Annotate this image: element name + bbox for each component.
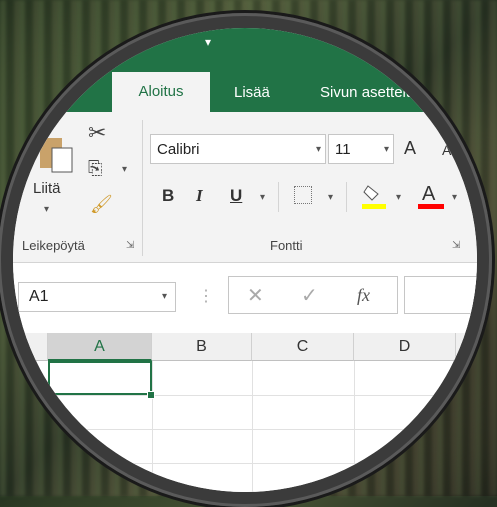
chevron-down-icon[interactable]: ▾	[162, 283, 167, 311]
font-size-select[interactable]: 11 ▾	[328, 134, 394, 164]
magnifier-lens: ▾ o Aloitus Lisää Sivun asettelu Liitä ▾…	[13, 28, 477, 492]
font-color-dropdown-icon[interactable]: ▾	[452, 192, 457, 203]
active-cell-a1[interactable]	[48, 361, 152, 395]
paste-button-label[interactable]: Liitä	[33, 180, 61, 197]
underline-dropdown-icon[interactable]: ▾	[260, 192, 265, 203]
column-header-c[interactable]: C	[252, 333, 354, 361]
bold-button[interactable]: B	[162, 186, 174, 206]
tab-page-layout[interactable]: Sivun asettelu	[320, 76, 414, 110]
font-group-label: Fontti	[270, 238, 303, 253]
fill-color-icon[interactable]	[362, 182, 386, 210]
italic-button[interactable]: I	[196, 186, 203, 206]
column-gridline	[354, 361, 355, 492]
font-color-icon[interactable]: A	[418, 180, 444, 210]
group-separator	[142, 120, 143, 256]
font-size-value: 11	[335, 141, 351, 158]
select-all-corner[interactable]	[13, 333, 48, 361]
cut-icon[interactable]: ✂	[88, 120, 106, 146]
row-gridline	[13, 429, 477, 430]
title-bar: ▾	[13, 28, 477, 75]
column-gridline	[456, 361, 457, 492]
ribbon: Liitä ▾ ✂ ⎘ ▾ 🖌 Leikepöytä ⇲ Calibri ▾ 1…	[13, 112, 477, 263]
tab-file-partial[interactable]: o	[70, 76, 78, 110]
fill-handle[interactable]	[147, 391, 155, 399]
copy-icon[interactable]: ⎘	[88, 158, 102, 179]
paste-icon[interactable]	[38, 134, 74, 174]
toolbar-separator	[346, 182, 347, 212]
name-box-value: A1	[29, 288, 49, 305]
clipboard-group-label: Leikepöytä	[22, 238, 85, 253]
column-header-d[interactable]: D	[354, 333, 456, 361]
font-name-select[interactable]: Calibri ▾	[150, 134, 326, 164]
column-header-a[interactable]: A	[48, 333, 152, 361]
svg-text:A: A	[422, 183, 436, 205]
tab-insert[interactable]: Lisää	[234, 76, 270, 110]
excel-window: ▾ o Aloitus Lisää Sivun asettelu Liitä ▾…	[13, 28, 477, 492]
chevron-down-icon: ▾	[315, 144, 321, 155]
formula-bar-grip-icon[interactable]: ⋮	[198, 286, 214, 306]
font-name-value: Calibri	[157, 141, 200, 158]
tab-home[interactable]: Aloitus	[112, 72, 210, 112]
paste-dropdown-icon[interactable]: ▾	[44, 204, 49, 215]
borders-dropdown-icon[interactable]: ▾	[328, 192, 333, 203]
decrease-font-size-button[interactable]: A	[442, 142, 451, 158]
clipboard-launcher-icon[interactable]: ⇲	[126, 240, 134, 251]
font-launcher-icon[interactable]: ⇲	[452, 240, 460, 251]
enter-icon[interactable]: ✓	[301, 283, 318, 308]
column-gridline	[152, 361, 153, 492]
name-box[interactable]: A1 ▾	[18, 282, 176, 312]
chevron-down-icon: ▾	[383, 144, 389, 155]
row-gridline	[13, 395, 477, 396]
column-gridline	[252, 361, 253, 492]
borders-icon[interactable]	[294, 186, 312, 204]
copy-dropdown-icon[interactable]: ▾	[122, 164, 127, 175]
cancel-icon[interactable]: ✕	[247, 283, 264, 308]
formula-input[interactable]	[404, 276, 477, 314]
increase-font-size-button[interactable]: A	[404, 138, 416, 159]
underline-button[interactable]: U	[230, 186, 242, 206]
formula-buttons: ✕ ✓ fx	[228, 276, 398, 314]
toolbar-separator	[278, 182, 279, 212]
quick-access-dropdown-icon[interactable]: ▾	[205, 35, 211, 49]
column-header-b[interactable]: B	[152, 333, 252, 361]
format-painter-icon[interactable]: 🖌	[90, 194, 113, 215]
row-gridline	[13, 463, 477, 464]
fill-color-dropdown-icon[interactable]: ▾	[396, 192, 401, 203]
insert-function-button[interactable]: fx	[357, 285, 370, 306]
column-header-e-partial[interactable]	[456, 333, 477, 361]
